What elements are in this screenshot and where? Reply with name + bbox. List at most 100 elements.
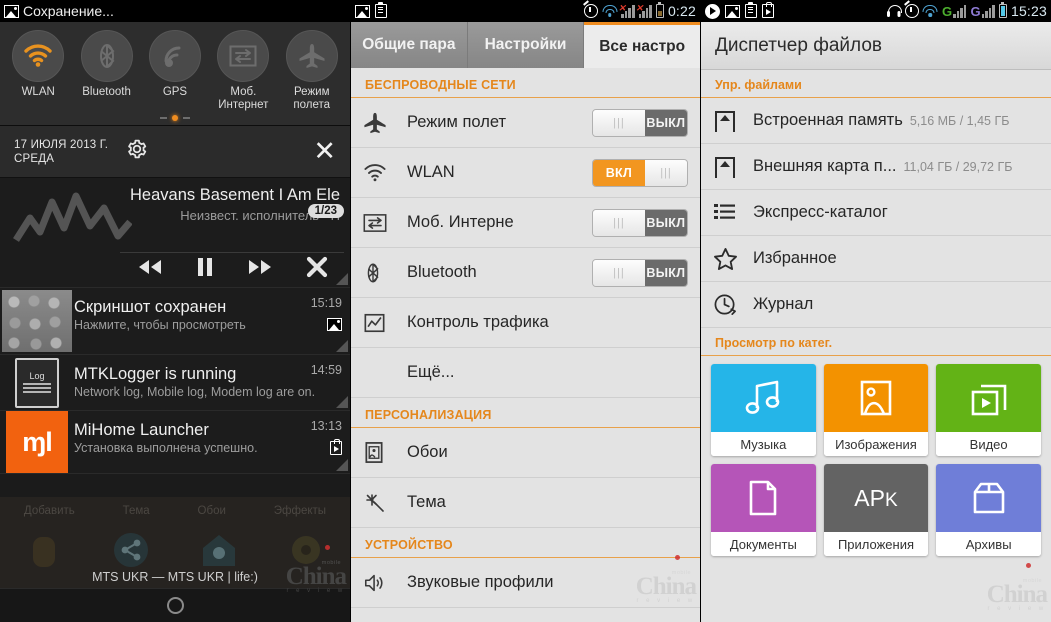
notification-mihome[interactable]: ɱl MiHome Launcher Установка выполнена у… xyxy=(0,411,350,474)
category-tile-apps[interactable]: APK Приложения xyxy=(823,464,929,556)
settings-row-wallpaper[interactable]: Обои xyxy=(351,428,700,478)
file-row-external-card[interactable]: Внешняя карта п... 11,04 ГБ / 29,72 ГБ xyxy=(701,144,1051,190)
file-row-favorites[interactable]: Избранное xyxy=(701,236,1051,282)
pager-dot-active xyxy=(172,115,178,121)
app-icon-smart-home[interactable] xyxy=(200,531,238,569)
screenshot-thumbnail xyxy=(0,288,74,354)
quick-toggle-mobile-data[interactable]: Моб. Интернет xyxy=(212,30,274,112)
file-row-meta: 5,16 МБ / 1,45 ГБ xyxy=(909,113,1010,128)
music-player-notification[interactable]: Heavans Basement I Am Ele Неизвест. испо… xyxy=(0,178,350,288)
homescreen-label-wallpaper[interactable]: Обои xyxy=(198,505,226,517)
quick-toggle-bluetooth[interactable]: Bluetooth xyxy=(76,30,138,112)
quick-toggle-label: WLAN xyxy=(21,86,55,98)
file-row-label: Внешняя карта п... xyxy=(753,157,897,175)
notification-title: Скриншот сохранен xyxy=(74,298,227,316)
speaker-icon xyxy=(363,572,407,594)
store-icon xyxy=(330,438,342,460)
date-line-2: СРЕДА xyxy=(14,152,55,165)
date-display: 17 ИЮЛЯ 2013 Г. СРЕДА xyxy=(14,138,108,166)
category-tile-documents[interactable]: Документы xyxy=(711,464,816,556)
bluetooth-toggle[interactable]: ||| ВЫКЛ xyxy=(592,258,688,287)
settings-row-more[interactable]: Ещё... xyxy=(351,348,700,398)
settings-row-airplane[interactable]: Режим полет ||| ВЫКЛ xyxy=(351,98,700,148)
quick-toggle-wlan[interactable]: WLAN xyxy=(7,30,69,112)
category-tile-video[interactable]: Видео xyxy=(936,364,1041,456)
app-icon-settings[interactable] xyxy=(287,531,325,569)
tab-general[interactable]: Общие пара xyxy=(351,22,468,68)
archive-box-icon xyxy=(936,464,1041,532)
close-button[interactable] xyxy=(306,256,328,283)
quick-toggle-label: Моб. Интернет xyxy=(218,86,269,111)
homescreen-label-effects[interactable]: Эффекты xyxy=(274,505,326,517)
clipboard-icon xyxy=(745,2,757,18)
file-row-history[interactable]: Журнал xyxy=(701,282,1051,328)
share-icon[interactable] xyxy=(112,531,150,569)
history-clock-icon xyxy=(713,293,753,317)
homescreen-label-add[interactable]: Добавить xyxy=(24,505,75,517)
bluetooth-icon xyxy=(80,30,133,82)
pause-button[interactable] xyxy=(196,257,214,282)
tab-settings[interactable]: Настройки xyxy=(467,22,585,68)
settings-row-label: Моб. Интерне xyxy=(407,213,514,231)
image-icon xyxy=(327,318,342,336)
quick-toggle-airplane[interactable]: Режим полета xyxy=(281,30,343,112)
apk-icon: APK xyxy=(823,464,929,532)
video-play-icon xyxy=(936,364,1041,432)
tab-all-settings[interactable]: Все настро xyxy=(584,22,700,68)
settings-row-mobile-data[interactable]: Моб. Интерне ||| ВЫКЛ xyxy=(351,198,700,248)
settings-row-label: Обои xyxy=(407,443,448,461)
notification-list: Heavans Basement I Am Ele Неизвест. испо… xyxy=(0,178,350,474)
close-icon[interactable]: ✕ xyxy=(313,138,336,165)
shade-date-row: 17 ИЮЛЯ 2013 Г. СРЕДА ✕ xyxy=(0,126,350,178)
category-tile-label: Архивы xyxy=(936,532,1041,556)
notification-body: MiHome Launcher Установка выполнена успе… xyxy=(74,411,350,473)
notification-subtitle: Установка выполнена успешно. xyxy=(74,441,258,455)
category-tile-images[interactable]: Изображения xyxy=(823,364,929,456)
notification-mtklogger[interactable]: Log MTKLogger is running Network log, Mo… xyxy=(0,355,350,411)
category-tile-archives[interactable]: Архивы xyxy=(936,464,1041,556)
mi-logo: ɱl xyxy=(0,411,74,473)
settings-row-bluetooth[interactable]: Bluetooth ||| ВЫКЛ xyxy=(351,248,700,298)
resize-grip[interactable] xyxy=(336,273,348,285)
settings-row-theme[interactable]: Тема xyxy=(351,478,700,528)
next-button[interactable] xyxy=(247,259,273,280)
home-button[interactable] xyxy=(166,597,184,614)
carrier-label: MTS UKR — MTS UKR | life:) xyxy=(92,570,258,584)
airplane-icon xyxy=(363,112,407,134)
resize-grip[interactable] xyxy=(336,459,348,471)
wifi-icon xyxy=(922,5,938,17)
notification-body: MTKLogger is running Network log, Mobile… xyxy=(74,355,350,410)
panel-notification-shade: Сохранение... WLAN Bluetooth GPS Моб. Ин… xyxy=(0,0,350,622)
panel-file-manager: G G 15:23 Диспетчер файлов Упр. файлами xyxy=(700,0,1051,622)
notification-screenshot[interactable]: Скриншот сохранен Нажмите, чтобы просмот… xyxy=(0,288,350,355)
mobile-data-toggle[interactable]: ||| ВЫКЛ xyxy=(592,208,688,237)
homescreen-peek: Добавить Тема Обои Эффекты MTS UKR — MTS… xyxy=(0,497,350,622)
wlan-toggle[interactable]: ||| ВКЛ xyxy=(592,158,688,187)
settings-row-label: Звуковые профили xyxy=(407,573,554,591)
app-icon-phone[interactable] xyxy=(25,531,63,569)
prev-button[interactable] xyxy=(137,259,163,280)
settings-row-sound-profiles[interactable]: Звуковые профили xyxy=(351,558,700,608)
settings-row-wlan[interactable]: WLAN ||| ВКЛ xyxy=(351,148,700,198)
file-row-internal-storage[interactable]: Встроенная память 5,16 МБ / 1,45 ГБ xyxy=(701,98,1051,144)
resize-grip[interactable] xyxy=(336,340,348,352)
gprs-signal-icon: G xyxy=(970,4,995,18)
file-row-express-catalog[interactable]: Экспресс-каталог xyxy=(701,190,1051,236)
section-header-manage: Упр. файлами xyxy=(701,70,1051,98)
music-metadata: Heavans Basement I Am Ele Неизвест. испо… xyxy=(130,184,340,225)
track-counter-badge: 1/23 xyxy=(307,204,344,218)
alarm-icon xyxy=(584,4,599,18)
quick-toggle-row: WLAN Bluetooth GPS Моб. Интернет Режим п… xyxy=(0,30,350,112)
settings-row-traffic[interactable]: Контроль трафика xyxy=(351,298,700,348)
homescreen-label-theme[interactable]: Тема xyxy=(123,505,150,517)
category-tile-music[interactable]: Музыка xyxy=(711,364,816,456)
resize-grip[interactable] xyxy=(336,396,348,408)
image-icon xyxy=(725,4,740,18)
music-title: Heavans Basement I Am Ele xyxy=(130,186,340,204)
quick-toggle-gps[interactable]: GPS xyxy=(144,30,206,112)
airplane-toggle[interactable]: ||| ВЫКЛ xyxy=(592,108,688,137)
notification-time: 14:59 xyxy=(310,363,342,377)
gear-icon[interactable] xyxy=(126,138,148,165)
signal-disabled-icon: ✕ xyxy=(636,3,652,18)
navigation-bar xyxy=(0,588,350,622)
